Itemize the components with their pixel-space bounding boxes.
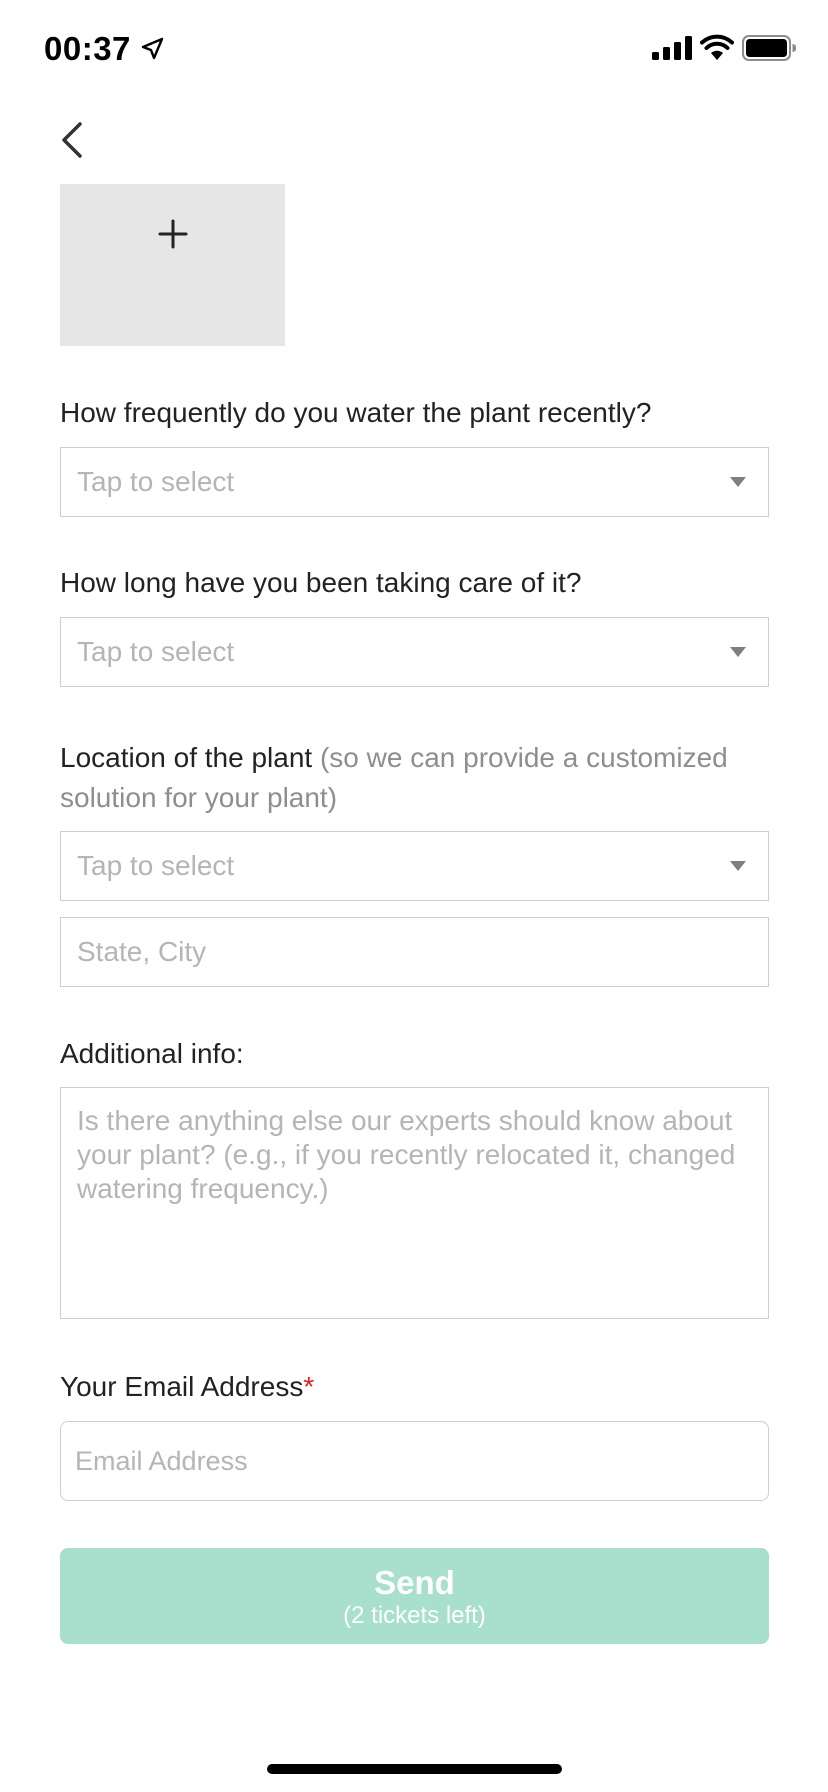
battery-icon [742,35,796,61]
dropdown-caret-icon [730,477,746,487]
status-bar: 00:37 [0,0,828,100]
care-duration-select[interactable]: Tap to select [60,617,769,687]
state-city-placeholder: State, City [77,936,207,967]
plus-icon[interactable] [158,219,188,249]
watering-question-label: How frequently do you water the plant re… [60,397,652,428]
location-label-main: Location of the plant [60,742,313,773]
status-time: 00:37 [44,30,131,67]
email-label-text: Your Email Address [60,1371,304,1402]
email-placeholder: Email Address [75,1446,248,1476]
dropdown-caret-icon [730,861,746,871]
send-button-sublabel: (2 tickets left) [343,1602,486,1629]
additional-info-placeholder: Is there anything else our experts shoul… [77,1105,736,1204]
send-button[interactable]: Send (2 tickets left) [60,1548,769,1644]
cellular-signal-icon [652,36,692,60]
watering-frequency-select[interactable]: Tap to select [60,447,769,517]
wifi-icon [700,34,734,60]
email-label: Your Email Address* [60,1367,314,1407]
select-placeholder: Tap to select [77,636,235,667]
additional-info-textarea[interactable]: Is there anything else our experts shoul… [60,1087,769,1319]
required-asterisk: * [303,1371,315,1402]
home-indicator[interactable] [267,1764,562,1774]
send-button-label: Send [374,1564,455,1601]
additional-info-label: Additional info: [60,1038,244,1069]
location-select[interactable]: Tap to select [60,831,769,901]
location-arrow-icon [141,37,164,60]
select-placeholder: Tap to select [77,466,235,497]
back-chevron-icon[interactable] [58,118,88,162]
dropdown-caret-icon [730,647,746,657]
select-placeholder: Tap to select [77,850,235,881]
state-city-input[interactable]: State, City [60,917,769,987]
email-input[interactable]: Email Address [60,1421,769,1501]
add-photo-button[interactable] [60,184,285,346]
care-duration-question-label: How long have you been taking care of it… [60,567,582,598]
location-question-label: Location of the plant (so we can provide… [60,738,760,818]
